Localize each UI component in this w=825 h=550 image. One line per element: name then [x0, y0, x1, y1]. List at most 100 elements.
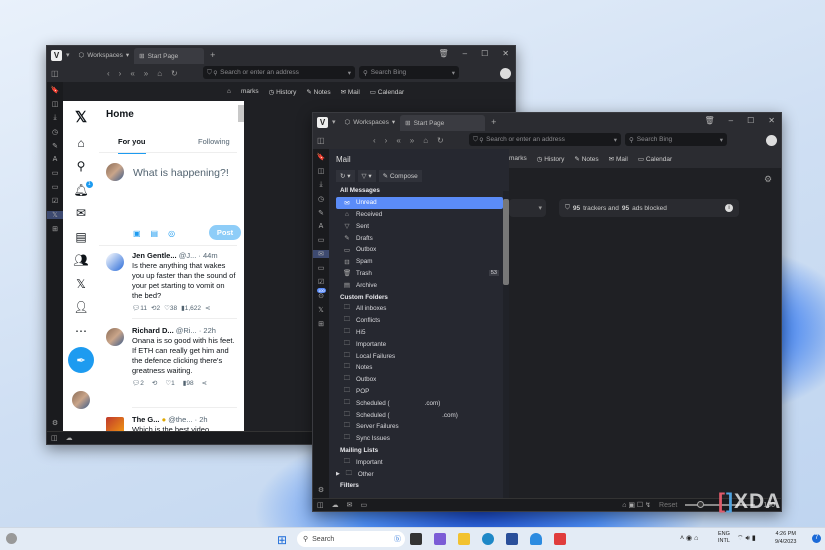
settings-icon[interactable]: ⚙	[52, 419, 58, 427]
calendar-status-icon[interactable]: ▭	[361, 501, 368, 509]
lists-icon[interactable]: ▤	[75, 230, 86, 244]
add-panel-icon[interactable]: ⊞	[52, 225, 58, 233]
scrollbar[interactable]	[238, 105, 244, 122]
tweet-avatar[interactable]	[106, 253, 124, 271]
like-button[interactable]: ♡1	[165, 379, 174, 389]
reader-icon[interactable]: ◫	[52, 100, 59, 108]
notifications-icon[interactable]: 🔔︎ 1	[73, 180, 93, 197]
folder-important[interactable]: 🗀 Important	[329, 456, 509, 468]
bookmark-bookmarks[interactable]: marks	[509, 155, 527, 162]
section-mailing-lists[interactable]: Mailing Lists	[329, 445, 509, 457]
downloads-icon[interactable]: ⤓	[53, 114, 56, 122]
page-actions[interactable]: ⌂ ▣ ☐ ↯	[622, 501, 651, 509]
post-button[interactable]: Post	[209, 225, 241, 240]
notes-icon[interactable]: ✎	[318, 209, 324, 217]
workspaces-button[interactable]: ⬡ Workspaces ▾	[74, 47, 135, 63]
start-button[interactable]: ⊞	[277, 533, 287, 547]
folder-outbox[interactable]: ▭ Outbox	[329, 244, 509, 256]
vivaldi-menu-button[interactable]: V	[317, 116, 328, 128]
tasks-icon[interactable]: ☑	[318, 278, 324, 286]
more-icon[interactable]: ⋯	[75, 324, 87, 338]
custom-folder[interactable]: 🗀 Scheduled ( .com)	[329, 409, 509, 421]
tweet-avatar[interactable]	[106, 328, 124, 346]
account-avatar[interactable]	[72, 390, 90, 409]
maximize-button[interactable]: ☐	[481, 49, 488, 58]
custom-folder[interactable]: 🗀 Server Failures	[329, 421, 509, 433]
downloads-icon[interactable]: ⤓	[319, 181, 322, 189]
custom-folder[interactable]: 🗀 Importante	[329, 338, 509, 350]
custom-folder[interactable]: 🗀 Outbox	[329, 374, 509, 386]
reply-button[interactable]: 💬︎2	[132, 379, 144, 389]
x-panel-icon[interactable]: 𝕏	[318, 306, 324, 314]
retweet-button[interactable]: ⟲2	[151, 304, 160, 314]
edge-icon[interactable]	[482, 533, 494, 545]
teams-icon[interactable]	[434, 533, 446, 545]
profile-icon[interactable]: 👤︎	[73, 300, 88, 314]
translate-icon[interactable]: A	[319, 223, 324, 230]
folder-other[interactable]: ▶ 🗀 Other	[329, 468, 509, 480]
messages-icon[interactable]: ✉	[76, 206, 86, 220]
tweet-author[interactable]: The G...	[132, 415, 160, 424]
compose-button[interactable]: ✎ Compose	[378, 170, 422, 182]
tab-start-page[interactable]: ⊞ Start Page	[400, 115, 486, 131]
custom-folder[interactable]: 🗀 Conflicts	[329, 315, 509, 327]
custom-folder[interactable]: 🗀 POP	[329, 386, 509, 398]
window-icon[interactable]: ▭	[52, 169, 59, 177]
bookmark-calendar[interactable]: ▭ Calendar	[638, 155, 672, 163]
panel-toggle-icon[interactable]: ◫	[317, 501, 324, 509]
trash-icon[interactable]: 🗑	[705, 116, 715, 125]
notes-icon[interactable]: ✎	[52, 142, 58, 150]
new-tab-button[interactable]: +	[491, 117, 496, 127]
folder-received[interactable]: ⌂ Received	[329, 209, 509, 221]
folder-archive[interactable]: ▤ Archive	[329, 279, 509, 291]
home-icon[interactable]: ⌂	[77, 136, 84, 150]
like-button[interactable]: ♡38	[164, 304, 177, 314]
window-icon[interactable]: ▭	[318, 236, 325, 244]
workspaces-button[interactable]: ⬡ Workspaces ▾	[340, 114, 401, 130]
widgets-icon[interactable]	[6, 533, 17, 544]
panel-toggle-icon[interactable]: ◫	[317, 136, 325, 145]
sync-icon[interactable]: ☁	[332, 501, 339, 509]
tweet-author[interactable]: Richard D...	[132, 326, 174, 335]
sync-icon[interactable]: ☁	[66, 434, 73, 442]
bookmark-bookmarks[interactable]: marks	[241, 88, 259, 95]
tweet[interactable]: Richard D... @Ri... · 22h Onana is so go…	[132, 326, 237, 408]
tab-start-page[interactable]: ⊞ Start Page	[134, 48, 205, 64]
maximize-button[interactable]: ☐	[747, 116, 754, 125]
tweet[interactable]: Jen Gentle... @J... · 44m Is there anyth…	[132, 251, 237, 319]
profile-avatar[interactable]	[500, 67, 511, 79]
custom-folder[interactable]: 🗀 Scheduled ( .com)	[329, 397, 509, 409]
x-panel-icon[interactable]: 𝕏	[47, 211, 63, 219]
bookmark-notes[interactable]: ✎ Notes	[574, 155, 598, 163]
tracker-summary[interactable]: ⛉ 95 trackers and 95 ads blocked i	[559, 199, 739, 217]
network-volume-battery[interactable]: ⌔ 🔊︎ ▮	[737, 534, 756, 543]
folder-sent[interactable]: ▽ Sent	[329, 220, 509, 232]
bookmark-notes[interactable]: ✎ Notes	[306, 88, 330, 96]
settings-icon[interactable]: ⚙	[318, 486, 324, 494]
notification-badge[interactable]: 7	[812, 534, 821, 543]
minimize-button[interactable]: –	[729, 116, 733, 125]
tab-following[interactable]: Following	[198, 137, 230, 146]
vivaldi-taskbar-icon[interactable]	[554, 533, 566, 545]
folder-trash[interactable]: 🗑 Trash 53	[329, 268, 509, 280]
task-view-icon[interactable]	[410, 533, 422, 545]
folder-unread[interactable]: ✉ Unread	[336, 196, 503, 209]
custom-folder[interactable]: 🗀 Notes	[329, 362, 509, 374]
compose-post-button[interactable]: ✒	[68, 347, 94, 373]
history-icon[interactable]: ◷	[318, 195, 324, 203]
vivaldi-menu-button[interactable]: V	[51, 49, 62, 61]
new-tab-button[interactable]: +	[210, 50, 215, 60]
scrollbar[interactable]	[503, 191, 509, 498]
views[interactable]: ▮98	[183, 379, 194, 389]
bookmark-mail[interactable]: ✉ Mail	[341, 88, 360, 96]
compose-input[interactable]: What is happening?!	[133, 167, 229, 179]
tasks-icon[interactable]: ☑	[52, 197, 58, 205]
info-icon[interactable]: i	[725, 204, 733, 212]
bookmark-mail[interactable]: ✉ Mail	[609, 155, 628, 163]
add-panel-icon[interactable]: ⊞	[318, 320, 324, 328]
x-logo[interactable]: 𝕏	[75, 108, 87, 126]
folder-spam[interactable]: ⊟ Spam	[329, 256, 509, 268]
views[interactable]: ▮1,622	[181, 304, 201, 314]
share-icon[interactable]: ⋖	[205, 304, 210, 314]
custom-folder[interactable]: 🗀 Hi5	[329, 327, 509, 339]
